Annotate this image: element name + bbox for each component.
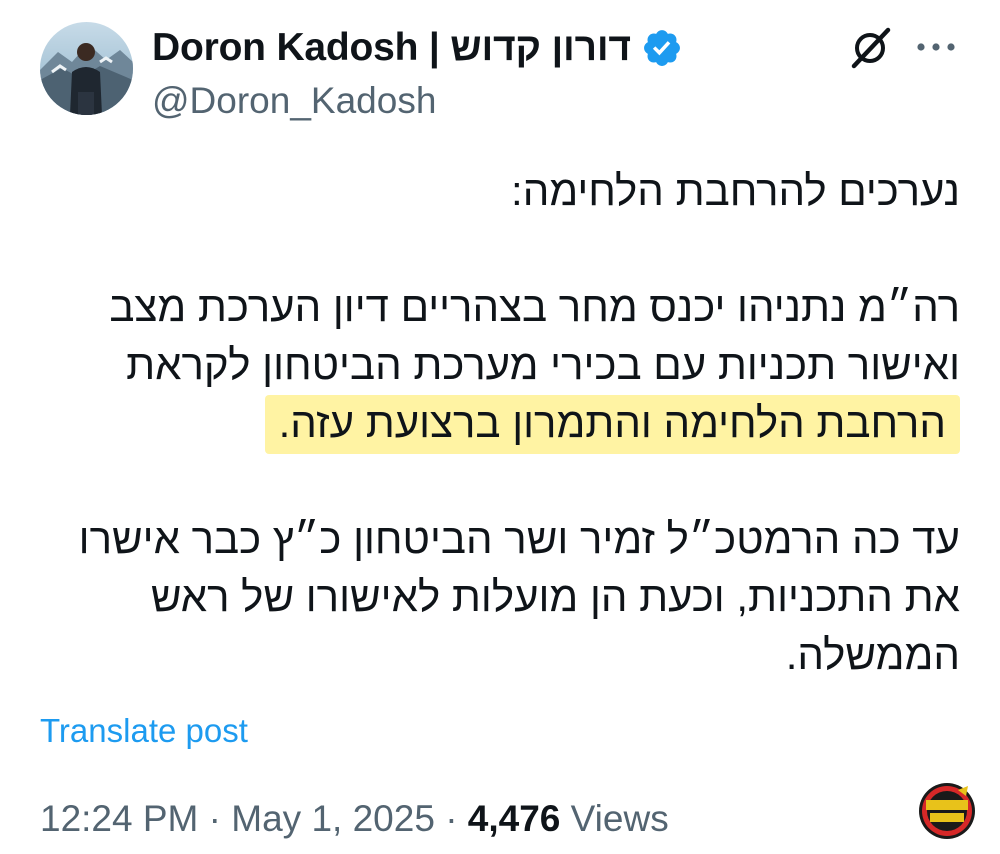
tweet-paragraph-1: נערכים להרחבת הלחימה: <box>511 167 960 214</box>
grok-slash-circle-icon[interactable] <box>846 24 894 72</box>
translate-post-link[interactable]: Translate post <box>40 712 248 750</box>
tweet-card: דורון קדוש | Doron Kadosh @Doron_Kadosh … <box>0 0 1000 854</box>
views-label[interactable]: Views <box>571 798 669 839</box>
author-handle[interactable]: @Doron_Kadosh <box>152 80 436 122</box>
views-count[interactable]: 4,476 <box>468 798 561 839</box>
tweet-time[interactable]: 12:24 PM <box>40 798 198 839</box>
tweet-date[interactable]: May 1, 2025 <box>231 798 435 839</box>
tweet-paragraph-3: עד כה הרמטכ״ל זמיר ושר הביטחון כ״ץ כבר א… <box>78 515 960 678</box>
tweet-meta: 12:24 PM · May 1, 2025 · 4,476 Views <box>40 798 669 840</box>
highlighted-text: הרחבת הלחימה והתמרון ברצועת עזה. <box>264 395 960 454</box>
tweet-text: נערכים להרחבת הלחימה: רה״מ נתניהו יכנס מ… <box>40 162 960 684</box>
avatar-image <box>40 22 133 115</box>
tweet-paragraph-2-line-1: רה״מ נתניהו יכנס מחר בצהריים דיון הערכת … <box>109 283 960 330</box>
meta-separator: · <box>445 798 458 839</box>
tweet-paragraph-2-line-2: ואישור תכניות עם בכירי מערכת הביטחון לקר… <box>126 341 960 388</box>
verified-badge-icon <box>644 30 680 66</box>
author-name-row[interactable]: דורון קדוש | Doron Kadosh <box>152 26 683 70</box>
more-horizontal-icon[interactable] <box>915 40 957 54</box>
author-display-name[interactable]: דורון קדוש | Doron Kadosh <box>152 26 631 70</box>
watermark-logo <box>919 783 975 839</box>
meta-separator: · <box>208 798 221 839</box>
tweet-paragraph-2: רה״מ נתניהו יכנס מחר בצהריים דיון הערכת … <box>40 278 960 454</box>
avatar[interactable] <box>40 22 133 115</box>
